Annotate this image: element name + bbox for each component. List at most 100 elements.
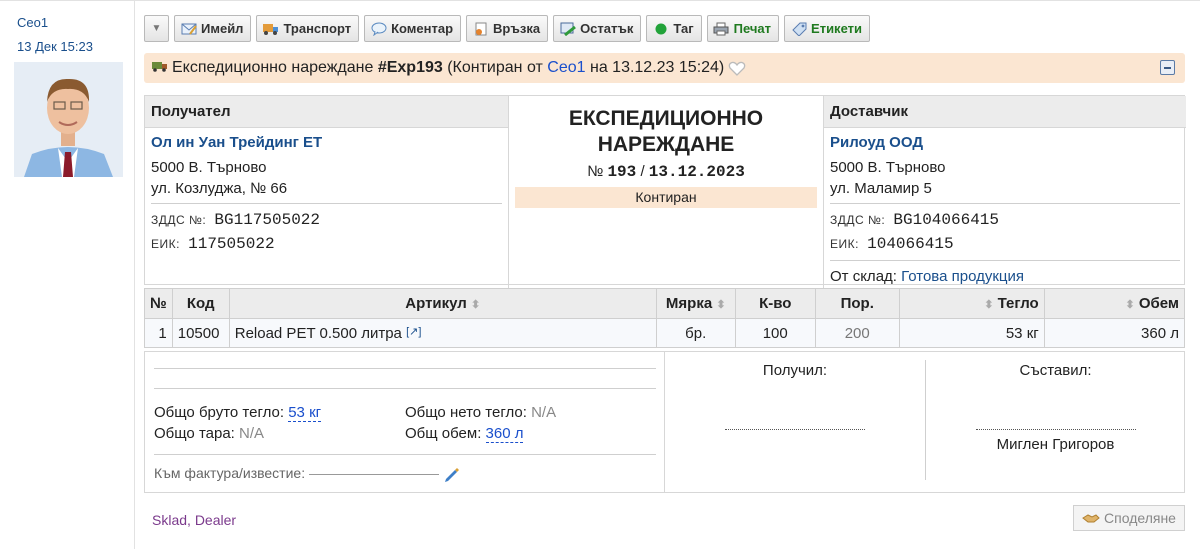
heart-icon[interactable]	[728, 61, 746, 76]
recipient-name-link[interactable]: Ол ин Уан Трейдинг ЕТ	[151, 134, 502, 151]
document-date: 13.12.2023	[648, 163, 745, 181]
net-weight: N/A	[531, 404, 557, 421]
author-link[interactable]: Ceo1	[17, 15, 134, 30]
gross-weight-label: Общо бруто тегло:	[154, 404, 285, 421]
link-button-label: Връзка	[493, 21, 541, 36]
truck-icon	[262, 21, 279, 36]
compiled-signature-line	[975, 429, 1136, 430]
pencil-icon[interactable]	[443, 466, 459, 483]
compiled-label: Съставил:	[1019, 362, 1092, 379]
tag-dealer[interactable]: Dealer	[195, 512, 236, 528]
comment-button[interactable]: Коментар	[364, 15, 462, 42]
document-panel: ▼ Имейл Транспорт Коментар Връзка Остатъ…	[135, 0, 1200, 549]
transport-button[interactable]: Транспорт	[256, 15, 360, 42]
recipient-heading: Получател	[145, 96, 508, 128]
invoice-field[interactable]	[309, 473, 439, 475]
title-date: на 13.12.23 15:24)	[589, 59, 725, 76]
supplier-name-link[interactable]: Рилоуд ООД	[830, 134, 1180, 151]
tare: N/A	[239, 425, 265, 442]
recipient-vat-label: ЗДДС №:	[151, 213, 207, 227]
number-separator: /	[640, 163, 645, 180]
store-link[interactable]: Готова продукция	[901, 268, 1024, 285]
document-number-line: № 193 / 13.12.2023	[509, 163, 823, 181]
row-article: Reload PET 0.500 литра [↗]	[228, 318, 657, 348]
share-button-label: Споделяне	[1104, 510, 1176, 526]
remainder-button[interactable]: Остатък	[553, 15, 642, 42]
supplier-vat: BG104066415	[893, 211, 1000, 229]
col-unit-label: Мярка	[665, 295, 713, 312]
tag-sklad[interactable]: Sklad	[152, 512, 187, 528]
tare-label: Общо тара:	[154, 425, 235, 442]
col-code: Код	[171, 288, 230, 319]
row-weight: 53 кг	[898, 318, 1045, 348]
printer-icon	[713, 21, 730, 36]
document-title-line2: НАРЕЖДАНЕ	[597, 133, 735, 156]
remainder-button-label: Остатък	[580, 21, 634, 36]
row-unit: бр.	[655, 318, 736, 348]
document-title-line1: ЕКСПЕДИЦИОННО	[568, 107, 764, 130]
document-title-block: ЕКСПЕДИЦИОННО НАРЕЖДАНЕ № 193 / 13.12.20…	[509, 96, 823, 288]
remainder-icon	[559, 21, 576, 36]
received-label: Получил:	[762, 362, 828, 379]
author-column: Ceo1 13 Дек 15:23	[0, 0, 135, 549]
green-dot-icon	[652, 21, 669, 36]
tag-button-label: Таг	[673, 21, 694, 36]
comment-icon	[370, 21, 387, 36]
post-datetime: 13 Дек 15:23	[17, 39, 93, 54]
email-icon	[180, 21, 197, 36]
col-weight-label: Тегло	[997, 295, 1039, 312]
row-order: 200	[814, 318, 900, 348]
supplier-block: Доставчик Рилоуд ООД 5000 В. Търново ул.…	[823, 96, 1186, 288]
col-article[interactable]: Артикул ⬍	[228, 288, 657, 319]
table-row: 1 10500 Reload PET 0.500 литра [↗] бр. 1…	[144, 318, 1186, 348]
collapse-button[interactable]	[1160, 60, 1175, 75]
recipient-address-line1: 5000 В. Търново	[151, 159, 267, 176]
document-body: Получател Ол ин Уан Трейдинг ЕТ 5000 В. …	[144, 95, 1186, 493]
handshake-icon	[1082, 512, 1100, 524]
compiled-signature: Съставил: Миглен Григоров	[925, 352, 1186, 492]
received-signature: Получил:	[665, 352, 925, 492]
share-button[interactable]: Споделяне	[1073, 505, 1185, 531]
labels-button-label: Етикети	[811, 21, 862, 36]
col-order: Пор.	[814, 288, 900, 319]
label-tag-icon	[790, 21, 807, 36]
col-qty: К-во	[734, 288, 816, 319]
compiled-name: Миглен Григоров	[996, 436, 1115, 453]
chevron-down-icon: ▼	[151, 23, 162, 34]
email-button[interactable]: Имейл	[174, 15, 252, 42]
document-title-bar: Експедиционно нареждане #Exp193 (Контира…	[144, 53, 1185, 83]
recipient-block: Получател Ол ин Уан Трейдинг ЕТ 5000 В. …	[145, 96, 509, 288]
labels-button[interactable]: Етикети	[784, 15, 870, 42]
row-article-name: Reload PET 0.500 литра	[234, 324, 402, 342]
print-button[interactable]: Печат	[706, 15, 780, 42]
link-button[interactable]: Връзка	[466, 15, 549, 42]
recipient-vat: BG117505022	[214, 211, 321, 229]
number-label: №	[587, 163, 604, 180]
external-link-icon[interactable]: [↗]	[406, 326, 421, 338]
col-unit[interactable]: Мярка ⬍	[655, 288, 736, 319]
supplier-heading: Доставчик	[824, 96, 1186, 128]
received-signature-line	[725, 429, 865, 430]
invoice-row: Към фактура/известие:	[154, 465, 656, 483]
tag-button[interactable]: Таг	[646, 15, 702, 42]
document-link-icon	[472, 21, 489, 36]
sort-icon: ⬍	[984, 299, 994, 311]
document-footer: Общо бруто тегло: 53 кг Общо нето тегло:…	[144, 351, 1185, 493]
col-article-label: Артикул	[405, 295, 467, 312]
more-dropdown-button[interactable]: ▼	[144, 15, 169, 42]
col-volume[interactable]: ⬍ Обем	[1043, 288, 1186, 319]
net-weight-label: Общо нето тегло:	[405, 404, 527, 421]
avatar	[14, 62, 123, 177]
comment-button-label: Коментар	[391, 21, 454, 36]
shipping-icon	[151, 59, 168, 77]
title-user-link[interactable]: Ceo1	[547, 59, 585, 77]
title-prefix: Експедиционно нареждане	[172, 59, 374, 76]
items-table: № Код Артикул ⬍ Мярка ⬍ К-во Пор. ⬍ Тегл…	[144, 288, 1186, 348]
col-weight[interactable]: ⬍ Тегло	[898, 288, 1045, 319]
gross-weight: 53 кг	[288, 404, 322, 422]
col-volume-label: Обем	[1138, 295, 1179, 312]
supplier-eik: 104066415	[867, 235, 954, 253]
recipient-eik: 117505022	[188, 235, 275, 253]
supplier-eik-label: ЕИК:	[830, 237, 859, 251]
toolbar: ▼ Имейл Транспорт Коментар Връзка Остатъ…	[144, 15, 870, 42]
